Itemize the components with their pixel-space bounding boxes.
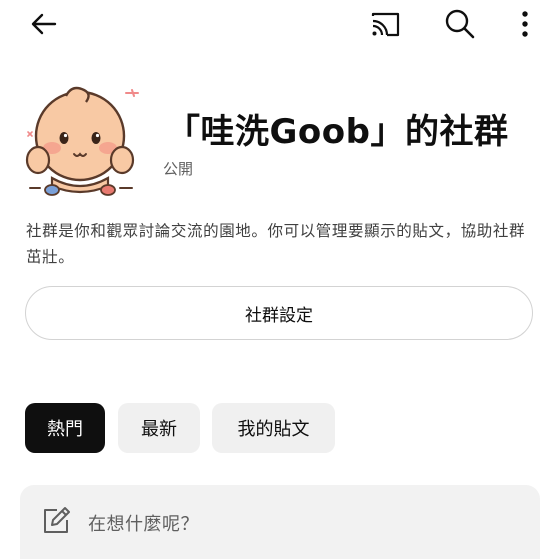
filter-chip-latest[interactable]: 最新	[118, 403, 200, 453]
channel-avatar[interactable]	[22, 82, 140, 200]
search-icon	[445, 9, 475, 39]
filter-chip-popular[interactable]: 熱門	[25, 403, 105, 453]
edit-icon	[44, 507, 70, 533]
top-app-bar	[0, 0, 560, 52]
back-button[interactable]	[24, 4, 64, 44]
cast-icon	[371, 12, 400, 37]
community-description: 社群是你和觀眾討論交流的園地。你可以管理要顯示的貼文，協助社群茁壯。	[26, 222, 526, 266]
more-options-button[interactable]	[505, 4, 545, 44]
baby-avatar-icon	[25, 86, 139, 196]
community-settings-button[interactable]: 社群設定	[25, 286, 533, 340]
community-title: 「哇洗Goob」的社群	[166, 112, 509, 152]
arrow-left-icon	[31, 13, 57, 35]
filter-chip-my-posts[interactable]: 我的貼文	[212, 403, 335, 453]
more-vertical-icon	[522, 11, 528, 37]
cast-button[interactable]	[365, 4, 405, 44]
search-button[interactable]	[440, 4, 480, 44]
visibility-label: 公開	[163, 160, 194, 178]
composer-placeholder: 在想什麼呢？	[88, 514, 199, 535]
post-composer[interactable]: 在想什麼呢？	[20, 485, 540, 559]
